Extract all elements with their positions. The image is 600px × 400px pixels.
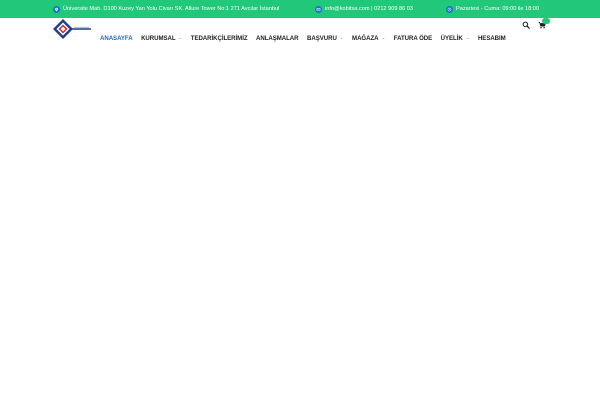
map-pin-icon	[53, 5, 60, 13]
nav-item-label: ÜYELİK	[440, 34, 463, 42]
site-logo[interactable]	[53, 19, 93, 39]
nav-item-label: MAĞAZA	[352, 34, 379, 42]
hours-info: Pazartesi - Cuma: 09:00 ile 18:00	[446, 0, 539, 18]
nav-item-anasayfa[interactable]: ANASAYFA	[100, 35, 133, 42]
nav-item-magaza[interactable]: MAĞAZA ⌄	[352, 35, 385, 42]
address-info: Üniversite Mah. D100 Kuzey Yan Yolu Civa…	[53, 0, 279, 18]
nav-item-tedarikcilerimiz[interactable]: TEDARİKÇİLERİMİZ	[191, 35, 248, 42]
nav-item-label: TEDARİKÇİLERİMİZ	[190, 34, 248, 42]
site-header: ANASAYFA KURUMSAL ⌄ TEDARİKÇİLERİMİZ ANL…	[0, 18, 600, 52]
nav-item-anlasmalar[interactable]: ANLAŞMALAR	[256, 35, 299, 42]
chevron-down-icon: ⌄	[465, 35, 470, 40]
nav-item-fatura-ode[interactable]: FATURA ÖDE	[394, 35, 432, 42]
chevron-down-icon: ⌄	[178, 35, 183, 40]
nav-item-uyelik[interactable]: ÜYELİK ⌄	[441, 35, 470, 42]
nav-item-basvuru[interactable]: BAŞVURU ⌄	[307, 35, 344, 42]
cart-count-badge	[542, 18, 550, 24]
contact-text[interactable]: info@kobitsa.com | 0212 909 86 03	[325, 6, 413, 12]
nav-item-label: HESABIM	[477, 34, 506, 42]
main-content	[0, 52, 600, 400]
hours-text: Pazartesi - Cuma: 09:00 ile 18:00	[456, 6, 540, 12]
mail-icon	[315, 5, 322, 13]
main-navigation: ANASAYFA KURUMSAL ⌄ TEDARİKÇİLERİMİZ ANL…	[100, 32, 514, 44]
nav-item-label: FATURA ÖDE	[393, 34, 433, 42]
diamond-logo-icon	[53, 19, 91, 39]
chevron-down-icon: ⌄	[381, 35, 386, 40]
address-text: Üniversite Mah. D100 Kuzey Yan Yolu Civa…	[63, 6, 280, 12]
nav-item-hesabim[interactable]: HESABIM	[478, 35, 506, 42]
nav-item-label: KURUMSAL	[141, 34, 176, 42]
search-button[interactable]	[522, 21, 530, 29]
top-info-bar: Üniversite Mah. D100 Kuzey Yan Yolu Civa…	[0, 0, 600, 18]
clock-icon	[446, 5, 453, 13]
nav-item-kurumsal[interactable]: KURUMSAL ⌄	[141, 35, 182, 42]
contact-info[interactable]: info@kobitsa.com | 0212 909 86 03	[315, 0, 413, 18]
nav-item-label: ANASAYFA	[100, 34, 133, 42]
search-icon	[522, 21, 530, 29]
nav-item-label: BAŞVURU	[307, 34, 337, 42]
nav-item-label: ANLAŞMALAR	[256, 34, 299, 42]
chevron-down-icon: ⌄	[339, 35, 344, 40]
